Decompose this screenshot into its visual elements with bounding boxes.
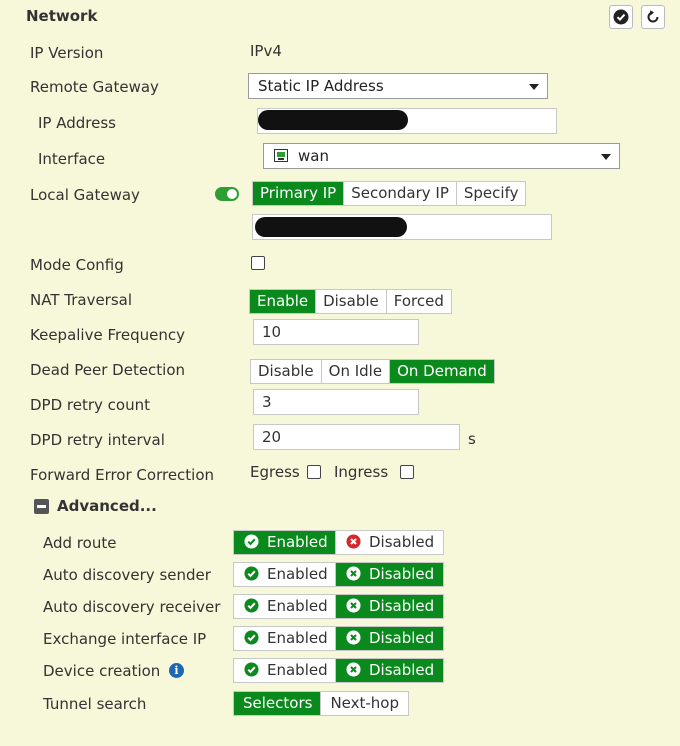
dpd-retry-interval-input[interactable]: 20 — [253, 424, 460, 450]
local-gateway-primary-ip[interactable]: Primary IP — [253, 182, 345, 205]
dpd-retry-count-input[interactable]: 3 — [253, 389, 419, 415]
dpd-segmented: Disable On Idle On Demand — [250, 359, 495, 384]
nat-forced[interactable]: Forced — [386, 290, 451, 313]
info-icon[interactable]: i — [169, 663, 184, 678]
disabled-label: Disabled — [369, 533, 435, 551]
enabled-label: Enabled — [267, 533, 328, 551]
ip-version-value: IPv4 — [250, 42, 282, 60]
section-title: Network — [26, 7, 98, 25]
dpd-on-demand[interactable]: On Demand — [390, 360, 494, 383]
dpd-disable[interactable]: Disable — [251, 360, 322, 383]
chevron-down-icon — [601, 154, 611, 160]
mode-config-label: Mode Config — [30, 256, 124, 274]
dpd-on-idle[interactable]: On Idle — [321, 360, 391, 383]
tunnel-search-label: Tunnel search — [43, 695, 147, 713]
add-route-toggle: Enabled Disabled — [233, 530, 444, 555]
x-circle-icon — [346, 598, 361, 613]
network-interface-icon — [274, 149, 288, 162]
ad-receiver-disabled[interactable]: Disabled — [336, 595, 443, 618]
check-circle-icon — [613, 9, 629, 25]
fec-label: Forward Error Correction — [30, 466, 215, 484]
local-gateway-segmented: Primary IP Secondary IP Specify — [252, 181, 527, 206]
check-circle-icon — [244, 534, 259, 549]
dpd-retry-interval-label: DPD retry interval — [30, 431, 165, 449]
device-creation-label: Device creation — [43, 662, 161, 680]
interface-label: Interface — [38, 150, 106, 168]
redaction-mark — [258, 110, 408, 130]
keepalive-label: Keepalive Frequency — [30, 326, 185, 344]
interface-value: wan — [298, 147, 329, 165]
tunnel-search-selectors[interactable]: Selectors — [234, 692, 322, 715]
add-route-enabled[interactable]: Enabled — [234, 531, 336, 554]
collapse-minus-icon[interactable] — [34, 499, 49, 514]
advanced-toggle[interactable]: Advanced... — [57, 497, 157, 515]
local-gateway-specify[interactable]: Specify — [456, 182, 526, 205]
local-gateway-secondary-ip[interactable]: Secondary IP — [344, 182, 457, 205]
device-creation-disabled[interactable]: Disabled — [336, 659, 443, 682]
nat-enable[interactable]: Enable — [250, 290, 317, 313]
refresh-icon — [647, 10, 659, 23]
check-circle-icon — [244, 662, 259, 677]
check-circle-icon — [244, 598, 259, 613]
check-circle-icon — [244, 630, 259, 645]
interface-select[interactable]: wan — [263, 143, 620, 169]
exchange-ip-disabled[interactable]: Disabled — [336, 627, 443, 650]
fec-egress-checkbox[interactable] — [307, 465, 321, 479]
nat-traversal-segmented: Enable Disable Forced — [249, 289, 452, 314]
local-gateway-toggle[interactable] — [215, 187, 239, 201]
ip-address-label: IP Address — [38, 114, 116, 132]
ip-version-label: IP Version — [30, 44, 104, 62]
ad-sender-disabled[interactable]: Disabled — [336, 563, 443, 586]
disabled-label: Disabled — [369, 629, 435, 647]
dpd-retry-interval-unit: s — [468, 430, 476, 448]
fec-ingress-checkbox[interactable] — [400, 465, 414, 479]
enabled-label: Enabled — [267, 565, 328, 583]
exchange-ip-toggle: Enabled Disabled — [233, 626, 444, 651]
ad-sender-toggle: Enabled Disabled — [233, 562, 444, 587]
check-circle-icon — [244, 566, 259, 581]
ad-receiver-enabled[interactable]: Enabled — [234, 595, 336, 618]
x-circle-icon — [346, 566, 361, 581]
remote-gateway-select[interactable]: Static IP Address — [248, 73, 548, 99]
disabled-label: Disabled — [369, 661, 435, 679]
local-gateway-label: Local Gateway — [30, 186, 140, 204]
redaction-mark — [255, 217, 407, 237]
ad-sender-enabled[interactable]: Enabled — [234, 563, 336, 586]
disabled-label: Disabled — [369, 565, 435, 583]
fec-egress-label: Egress — [250, 463, 300, 481]
ad-sender-label: Auto discovery sender — [43, 566, 211, 584]
remote-gateway-label: Remote Gateway — [30, 78, 159, 96]
nat-traversal-label: NAT Traversal — [30, 291, 133, 309]
exchange-ip-label: Exchange interface IP — [43, 630, 207, 648]
ad-receiver-toggle: Enabled Disabled — [233, 594, 444, 619]
apply-button[interactable] — [609, 5, 633, 29]
dpd-label: Dead Peer Detection — [30, 361, 186, 379]
device-creation-toggle: Enabled Disabled — [233, 658, 444, 683]
add-route-label: Add route — [43, 534, 117, 552]
add-route-disabled[interactable]: Disabled — [336, 531, 443, 554]
revert-button[interactable] — [641, 5, 665, 29]
fec-ingress-label: Ingress — [334, 463, 389, 481]
device-creation-enabled[interactable]: Enabled — [234, 659, 336, 682]
remote-gateway-value: Static IP Address — [258, 77, 384, 95]
nat-disable[interactable]: Disable — [316, 290, 387, 313]
enabled-label: Enabled — [267, 661, 328, 679]
tunnel-search-segmented: Selectors Next-hop — [233, 691, 409, 716]
x-circle-icon — [346, 630, 361, 645]
keepalive-input[interactable]: 10 — [253, 319, 419, 345]
x-circle-icon — [346, 534, 361, 549]
dpd-retry-count-label: DPD retry count — [30, 396, 150, 414]
tunnel-search-next-hop[interactable]: Next-hop — [321, 692, 408, 715]
x-circle-icon — [346, 662, 361, 677]
mode-config-checkbox[interactable] — [251, 256, 265, 270]
enabled-label: Enabled — [267, 629, 328, 647]
chevron-down-icon — [529, 84, 539, 90]
disabled-label: Disabled — [369, 597, 435, 615]
exchange-ip-enabled[interactable]: Enabled — [234, 627, 336, 650]
enabled-label: Enabled — [267, 597, 328, 615]
ad-receiver-label: Auto discovery receiver — [43, 598, 221, 616]
